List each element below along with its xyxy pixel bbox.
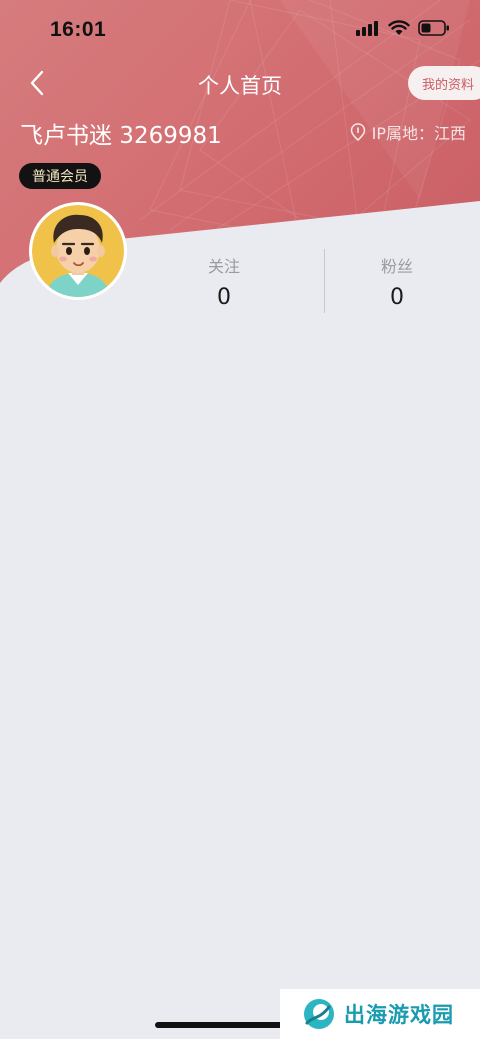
location-pin-icon: [350, 123, 365, 141]
watermark: 出海游戏园: [280, 989, 480, 1039]
fans-stat[interactable]: 粉丝 0: [337, 253, 457, 310]
watermark-logo-icon: [304, 999, 334, 1029]
following-count: 0: [217, 285, 231, 310]
member-badge: 普通会员: [19, 163, 101, 189]
status-time: 16:01: [50, 18, 107, 41]
wifi-icon: [388, 20, 410, 35]
status-bar: 16:01: [0, 0, 480, 60]
status-icons: [356, 20, 450, 36]
ip-location-text: IP属地：江西: [371, 124, 466, 143]
watermark-text: 出海游戏园: [344, 1003, 454, 1027]
username: 飞卢书迷 3269981: [20, 123, 222, 149]
fans-label: 粉丝: [380, 257, 413, 276]
following-stat[interactable]: 关注 0: [164, 253, 284, 310]
stats-divider: [324, 249, 325, 313]
my-profile-button[interactable]: 我的资料: [407, 66, 480, 100]
avatar-image: [32, 205, 124, 297]
avatar[interactable]: [29, 202, 127, 300]
following-label: 关注: [207, 257, 240, 276]
nav-bar: 个人首页 我的资料: [0, 60, 480, 106]
ip-location: IP属地：江西: [350, 120, 466, 144]
battery-icon: [418, 20, 449, 36]
cellular-signal-icon: [356, 21, 378, 36]
fans-count: 0: [390, 285, 404, 310]
